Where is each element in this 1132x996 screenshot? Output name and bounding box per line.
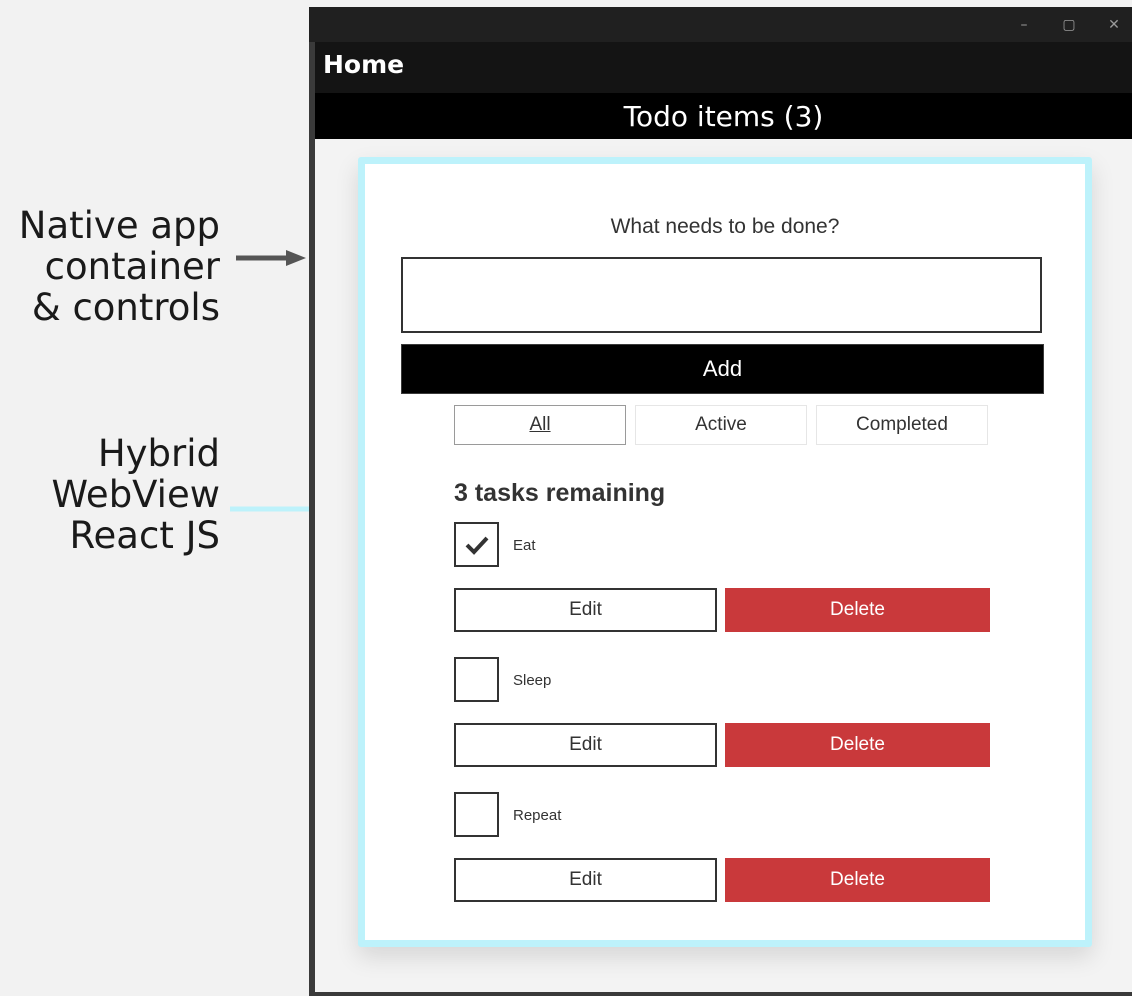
filter-active-button[interactable]: Active <box>635 405 807 445</box>
content-area: What needs to be done? Add All Active Co… <box>315 139 1132 992</box>
page-title: Todo items (3) <box>623 100 824 133</box>
todo-item: Repeat Edit Delete <box>454 792 994 902</box>
delete-button[interactable]: Delete <box>725 858 990 902</box>
new-todo-prompt: What needs to be done? <box>610 215 840 238</box>
todo-label: Sleep <box>513 672 552 689</box>
todo-checkbox[interactable] <box>454 657 499 702</box>
filter-all-button[interactable]: All <box>454 405 626 445</box>
todo-label: Eat <box>513 537 536 554</box>
tasks-remaining-heading: 3 tasks remaining <box>454 479 666 507</box>
todo-checkbox[interactable] <box>454 522 499 567</box>
app-window: – ▢ ✕ Home Todo items (3) What needs to … <box>309 7 1132 996</box>
annotation-line: React JS <box>69 514 221 557</box>
native-arrow-icon <box>236 250 306 266</box>
maximize-button[interactable]: ▢ <box>1046 7 1092 42</box>
title-bar: – ▢ ✕ <box>309 7 1132 42</box>
minimize-button[interactable]: – <box>1001 7 1047 42</box>
annotation-line: container <box>44 245 220 288</box>
new-todo-input[interactable] <box>401 257 1042 333</box>
todo-checkbox[interactable] <box>454 792 499 837</box>
annotation-line: & controls <box>31 286 220 329</box>
hybrid-webview-annotation: Hybrid WebView React JS <box>52 433 220 556</box>
page-header: Todo items (3) <box>315 93 1132 139</box>
navigation-bar: Home <box>315 42 1132 93</box>
checkmark-icon <box>465 536 488 555</box>
annotation-line: Native app <box>18 204 220 247</box>
delete-button[interactable]: Delete <box>725 588 990 632</box>
annotation-line: Hybrid <box>97 432 220 475</box>
filter-completed-button[interactable]: Completed <box>816 405 988 445</box>
edit-button[interactable]: Edit <box>454 858 717 902</box>
todo-label: Repeat <box>513 807 562 824</box>
nav-title: Home <box>323 50 405 79</box>
edit-button[interactable]: Edit <box>454 588 717 632</box>
todo-item: Eat Edit Delete <box>454 522 994 632</box>
edit-button[interactable]: Edit <box>454 723 717 767</box>
add-button[interactable]: Add <box>401 344 1044 394</box>
close-button[interactable]: ✕ <box>1091 7 1132 42</box>
annotation-line: WebView <box>51 473 220 516</box>
todo-item: Sleep Edit Delete <box>454 657 994 767</box>
native-container-annotation: Native app container & controls <box>19 205 220 328</box>
hybrid-webview: What needs to be done? Add All Active Co… <box>358 157 1092 947</box>
delete-button[interactable]: Delete <box>725 723 990 767</box>
